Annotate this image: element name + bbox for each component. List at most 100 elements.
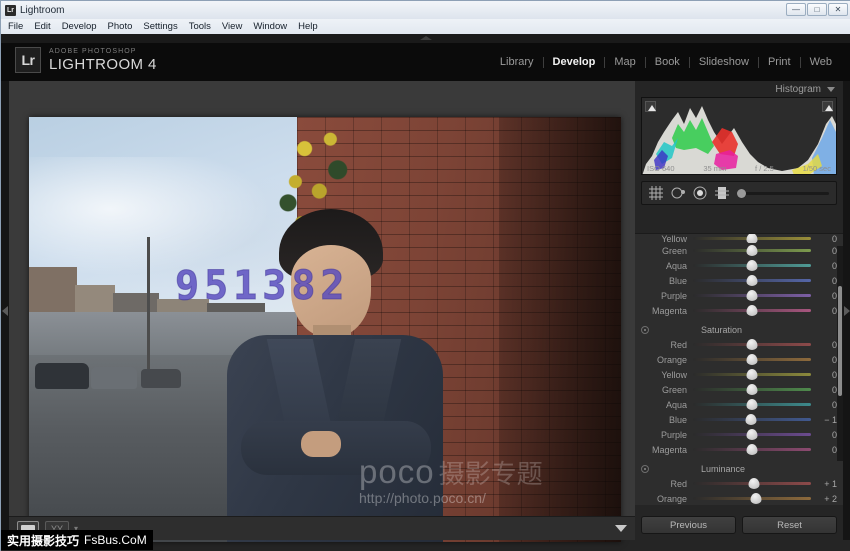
saturation-row-green[interactable]: Green 0 bbox=[635, 382, 843, 397]
saturation-row-orange[interactable]: Orange 0 bbox=[635, 352, 843, 367]
target-adjustment-icon[interactable] bbox=[641, 326, 649, 334]
close-button[interactable]: ✕ bbox=[828, 3, 848, 16]
slider-value: 0 bbox=[811, 370, 837, 380]
slider-track[interactable] bbox=[693, 264, 811, 267]
slider-track[interactable] bbox=[693, 433, 811, 436]
filmstrip-toggle-icon[interactable] bbox=[615, 525, 627, 532]
module-slideshow[interactable]: Slideshow bbox=[690, 56, 758, 68]
slider-knob[interactable] bbox=[747, 245, 758, 256]
module-print[interactable]: Print bbox=[759, 56, 800, 68]
hue-row-purple[interactable]: Purple 0 bbox=[635, 288, 843, 303]
saturation-row-purple[interactable]: Purple 0 bbox=[635, 427, 843, 442]
module-library[interactable]: Library bbox=[491, 56, 543, 68]
left-panel-toggle[interactable] bbox=[1, 81, 9, 540]
slider-track[interactable] bbox=[693, 403, 811, 406]
saturation-row-blue[interactable]: Blue − 1 bbox=[635, 412, 843, 427]
panel-action-buttons: Previous Reset bbox=[635, 516, 843, 534]
slider-knob[interactable] bbox=[747, 354, 758, 365]
slider-knob[interactable] bbox=[747, 290, 758, 301]
spot-removal-icon[interactable] bbox=[671, 186, 685, 200]
menu-view[interactable]: View bbox=[222, 21, 242, 32]
menu-tools[interactable]: Tools bbox=[189, 21, 211, 32]
hue-row-blue[interactable]: Blue 0 bbox=[635, 273, 843, 288]
saturation-row-magenta[interactable]: Magenta 0 bbox=[635, 442, 843, 457]
hue-row-green[interactable]: Green 0 bbox=[635, 243, 843, 258]
menu-edit[interactable]: Edit bbox=[34, 21, 50, 32]
slider-knob[interactable] bbox=[747, 339, 758, 350]
maximize-button[interactable]: □ bbox=[807, 3, 827, 16]
photo-car bbox=[141, 369, 181, 388]
slider-value: 0 bbox=[811, 306, 837, 316]
slider-track[interactable] bbox=[693, 279, 811, 282]
module-develop[interactable]: Develop bbox=[544, 56, 605, 68]
slider-track[interactable] bbox=[693, 418, 811, 421]
slider-track[interactable] bbox=[693, 497, 811, 500]
hsl-color-panel: Yellow 0 Green 0 Aqua 0 Blue bbox=[635, 233, 843, 505]
adjustment-brush-size-slider[interactable] bbox=[737, 192, 829, 195]
menu-file[interactable]: File bbox=[8, 21, 23, 32]
chevron-down-icon[interactable] bbox=[827, 87, 835, 92]
minimize-button[interactable]: — bbox=[786, 3, 806, 16]
saturation-section-header[interactable]: Saturation bbox=[635, 322, 843, 337]
slider-track[interactable] bbox=[693, 373, 811, 376]
slider-track[interactable] bbox=[693, 294, 811, 297]
slider-knob[interactable] bbox=[747, 234, 758, 243]
slider-track[interactable] bbox=[693, 448, 811, 451]
brand-title: LIGHTROOM 4 bbox=[49, 56, 157, 73]
right-panel: Histogram ISO 640 35 mm bbox=[635, 81, 843, 540]
slider-knob[interactable] bbox=[749, 478, 760, 489]
menu-settings[interactable]: Settings bbox=[143, 21, 177, 32]
hue-row-aqua[interactable]: Aqua 0 bbox=[635, 258, 843, 273]
slider-knob[interactable] bbox=[747, 384, 758, 395]
slider-track[interactable] bbox=[693, 309, 811, 312]
menu-develop[interactable]: Develop bbox=[62, 21, 97, 32]
hue-row-yellow-partial[interactable]: Yellow 0 bbox=[635, 234, 843, 243]
luminance-section-header[interactable]: Luminance bbox=[635, 461, 843, 476]
slider-track[interactable] bbox=[693, 388, 811, 391]
slider-track[interactable] bbox=[693, 237, 811, 240]
slider-knob[interactable] bbox=[747, 429, 758, 440]
saturation-row-red[interactable]: Red 0 bbox=[635, 337, 843, 352]
module-map[interactable]: Map bbox=[605, 56, 644, 68]
slider-track[interactable] bbox=[693, 343, 811, 346]
histogram-graph[interactable]: ISO 640 35 mm f / 2.5 1/50 sec bbox=[641, 97, 837, 175]
slider-track[interactable] bbox=[693, 358, 811, 361]
graduated-filter-icon[interactable] bbox=[715, 186, 729, 200]
slider-knob[interactable] bbox=[750, 493, 761, 504]
slider-knob[interactable] bbox=[747, 399, 758, 410]
exif-iso: ISO 640 bbox=[647, 164, 675, 173]
luminance-row-orange[interactable]: Orange + 2 bbox=[635, 491, 843, 505]
slider-knob[interactable] bbox=[745, 414, 756, 425]
luminance-row-red[interactable]: Red + 1 bbox=[635, 476, 843, 491]
shadow-clipping-icon[interactable] bbox=[645, 101, 656, 112]
slider-track[interactable] bbox=[693, 482, 811, 485]
module-web[interactable]: Web bbox=[801, 56, 841, 68]
histogram-header[interactable]: Histogram bbox=[635, 81, 843, 97]
highlight-clipping-icon[interactable] bbox=[822, 101, 833, 112]
slider-knob[interactable] bbox=[747, 260, 758, 271]
target-adjustment-icon[interactable] bbox=[641, 465, 649, 473]
hue-row-magenta[interactable]: Magenta 0 bbox=[635, 303, 843, 318]
lightroom-shell: Lr ADOBE PHOTOSHOP LIGHTROOM 4 Library D… bbox=[1, 34, 850, 551]
slider-knob[interactable] bbox=[747, 369, 758, 380]
slider-track[interactable] bbox=[693, 249, 811, 252]
menu-help[interactable]: Help bbox=[298, 21, 318, 32]
slider-knob[interactable] bbox=[747, 305, 758, 316]
photo-canvas[interactable]: 951382 poco摄影专题 http://photo.poco.cn/ bbox=[29, 117, 621, 542]
right-panel-toggle[interactable] bbox=[843, 81, 850, 540]
crop-overlay-icon[interactable] bbox=[649, 186, 663, 200]
previous-button[interactable]: Previous bbox=[641, 516, 736, 534]
saturation-row-yellow[interactable]: Yellow 0 bbox=[635, 367, 843, 382]
reset-button[interactable]: Reset bbox=[742, 516, 837, 534]
menu-photo[interactable]: Photo bbox=[108, 21, 133, 32]
fsbus-watermark: 实用摄影技巧 FsBus.CoM bbox=[1, 530, 153, 550]
red-eye-icon[interactable] bbox=[693, 186, 707, 200]
top-panel-toggle-icon[interactable] bbox=[420, 36, 432, 40]
saturation-title: Saturation bbox=[701, 325, 742, 335]
scrollbar-thumb[interactable] bbox=[838, 286, 842, 396]
slider-knob[interactable] bbox=[747, 275, 758, 286]
module-book[interactable]: Book bbox=[646, 56, 689, 68]
menu-window[interactable]: Window bbox=[253, 21, 287, 32]
slider-knob[interactable] bbox=[747, 444, 758, 455]
saturation-row-aqua[interactable]: Aqua 0 bbox=[635, 397, 843, 412]
